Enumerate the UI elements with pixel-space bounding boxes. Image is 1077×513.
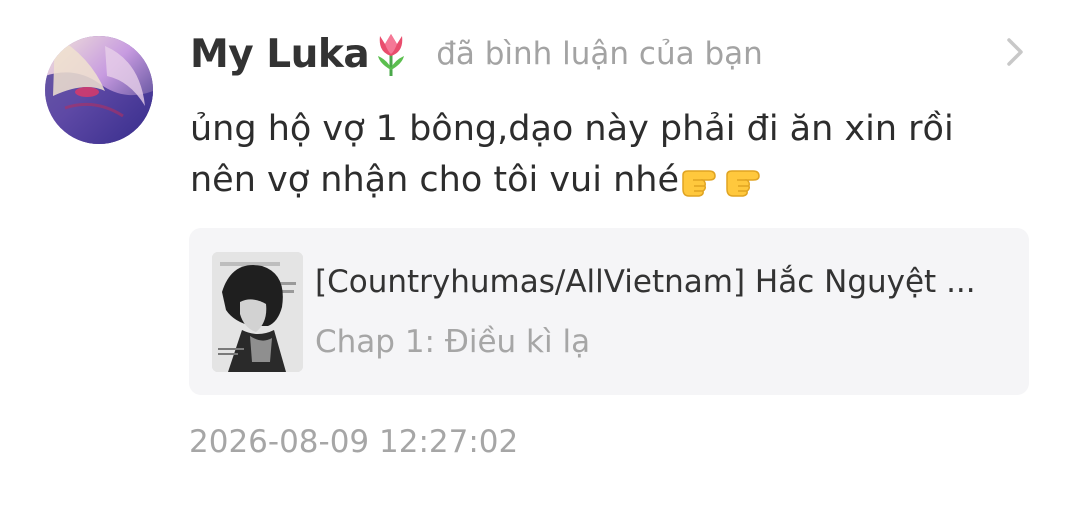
pointing-right-emoji-icon [726, 170, 760, 197]
notification-header: My Luka đã bình luận của bạn [190, 28, 763, 80]
story-cover-image [212, 252, 303, 372]
timestamp: 2026-08-09 12:27:02 [189, 424, 519, 460]
pointing-right-emoji-icon [682, 170, 716, 197]
story-card[interactable]: [Countryhumas/AllVietnam] Hắc Nguyệt ...… [189, 228, 1029, 395]
comment-line-2-container: nên vợ nhận cho tôi vui nhé [190, 155, 1030, 206]
comment-notification-row[interactable]: My Luka đã bình luận của bạn ủng hộ vợ 1… [0, 0, 1077, 513]
chevron-right-icon[interactable] [1003, 36, 1027, 68]
action-text: đã bình luận của bạn [436, 36, 763, 72]
story-chapter: Chap 1: Điều kì lạ [315, 324, 591, 360]
tulip-emoji-icon [378, 34, 405, 76]
story-title: [Countryhumas/AllVietnam] Hắc Nguyệt ... [315, 264, 976, 300]
story-cover [212, 252, 303, 372]
comment-line-1: ủng hộ vợ 1 bông,dạo này phải đi ăn xin … [190, 109, 954, 149]
username[interactable]: My Luka [190, 32, 370, 77]
comment-line-2: nên vợ nhận cho tôi vui nhé [190, 160, 679, 200]
comment-text: ủng hộ vợ 1 bông,dạo này phải đi ăn xin … [190, 104, 1030, 206]
avatar-image [45, 36, 153, 144]
avatar[interactable] [45, 36, 153, 144]
